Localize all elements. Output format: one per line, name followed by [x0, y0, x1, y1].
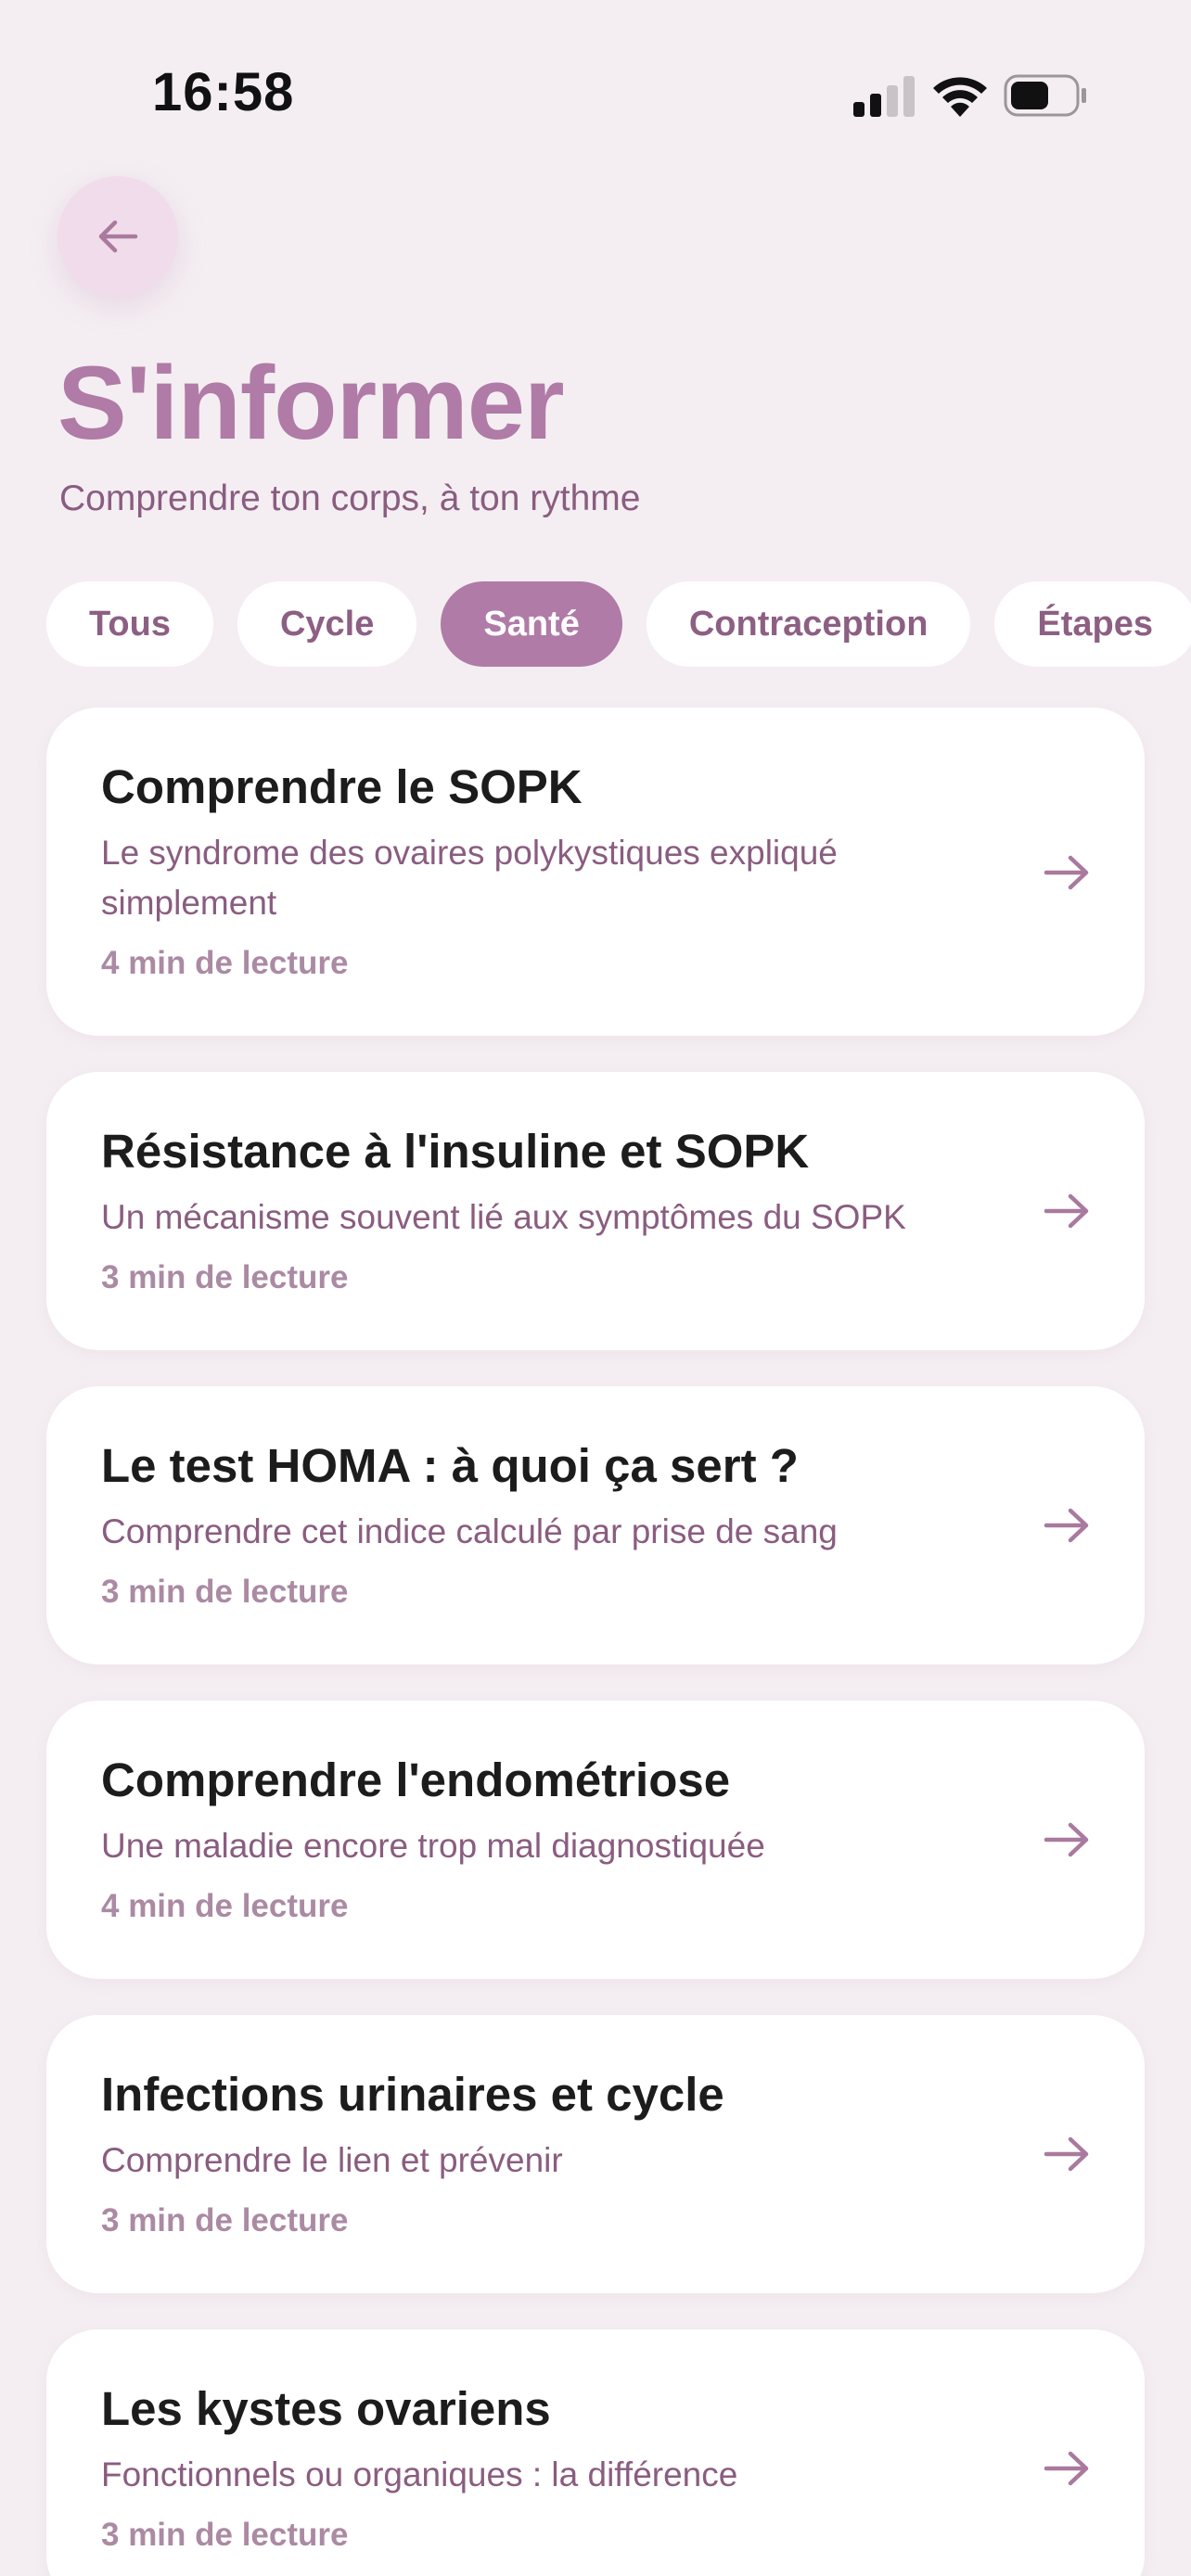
- article-read-time: 4 min de lecture: [101, 1888, 349, 1924]
- category-filter-chips: Tous Cycle Santé Contraception Étapes: [46, 581, 1191, 667]
- arrow-right-icon: [1044, 855, 1089, 890]
- wifi-icon: [933, 77, 987, 117]
- arrow-right-icon: [1044, 1822, 1089, 1857]
- article-description: Comprendre cet indice calculé par prise …: [101, 1512, 838, 1550]
- chip-sante[interactable]: Santé: [441, 581, 622, 667]
- article-title: Le test HOMA : à quoi ça sert ?: [101, 1439, 799, 1492]
- article-title: Infections urinaires et cycle: [101, 2068, 724, 2121]
- arrow-right-icon: [1044, 1193, 1089, 1229]
- article-read-time: 3 min de lecture: [101, 1259, 349, 1295]
- article-description: Un mécanisme souvent lié aux symptômes d…: [101, 1198, 906, 1236]
- article-title: Comprendre l'endométriose: [101, 1753, 731, 1806]
- chip-cycle[interactable]: Cycle: [237, 581, 417, 667]
- status-bar: 16:58: [0, 0, 1191, 185]
- back-button[interactable]: [58, 176, 178, 297]
- signal-icon: [853, 76, 915, 117]
- article-description: Comprendre le lien et prévenir: [101, 2141, 563, 2179]
- article-title: Résistance à l'insuline et SOPK: [101, 1125, 810, 1178]
- article-card[interactable]: Le test HOMA : à quoi ça sert ? Comprend…: [46, 1386, 1145, 1664]
- page-title: S'informer: [58, 345, 565, 461]
- article-read-time: 4 min de lecture: [101, 945, 349, 981]
- arrow-right-icon: [1044, 2136, 1089, 2172]
- article-title: Comprendre le SOPK: [101, 760, 583, 813]
- arrow-right-icon: [1044, 1508, 1089, 1543]
- arrow-left-icon: [98, 220, 138, 253]
- article-read-time: 3 min de lecture: [101, 1574, 349, 1610]
- chip-contraception[interactable]: Contraception: [646, 581, 971, 667]
- article-read-time: 3 min de lecture: [101, 2517, 349, 2553]
- arrow-right-icon: [1044, 2451, 1089, 2486]
- screen: 16:58 S'informer Comprendre ton corps, à…: [0, 0, 1191, 2576]
- article-card[interactable]: Infections urinaires et cycle Comprendre…: [46, 2015, 1145, 2293]
- article-description: Fonctionnels ou organiques : la différen…: [101, 2455, 738, 2493]
- article-read-time: 3 min de lecture: [101, 2202, 349, 2238]
- article-card[interactable]: Résistance à l'insuline et SOPK Un mécan…: [46, 1072, 1145, 1350]
- battery-icon: [1004, 74, 1086, 117]
- page-subtitle: Comprendre ton corps, à ton rythme: [59, 478, 641, 518]
- chip-etapes[interactable]: Étapes: [994, 581, 1191, 667]
- article-card[interactable]: Comprendre l'endométriose Une maladie en…: [46, 1701, 1145, 1979]
- chip-tous[interactable]: Tous: [46, 581, 213, 667]
- article-description: Le syndrome des ovaires polykystiques ex…: [101, 834, 838, 922]
- status-time: 16:58: [152, 62, 295, 122]
- article-title: Les kystes ovariens: [101, 2382, 551, 2435]
- article-card[interactable]: Les kystes ovariens Fonctionnels ou orga…: [46, 2329, 1145, 2576]
- article-card[interactable]: Comprendre le SOPK Le syndrome des ovair…: [46, 708, 1145, 1036]
- article-description: Une maladie encore trop mal diagnostiqué…: [101, 1827, 765, 1865]
